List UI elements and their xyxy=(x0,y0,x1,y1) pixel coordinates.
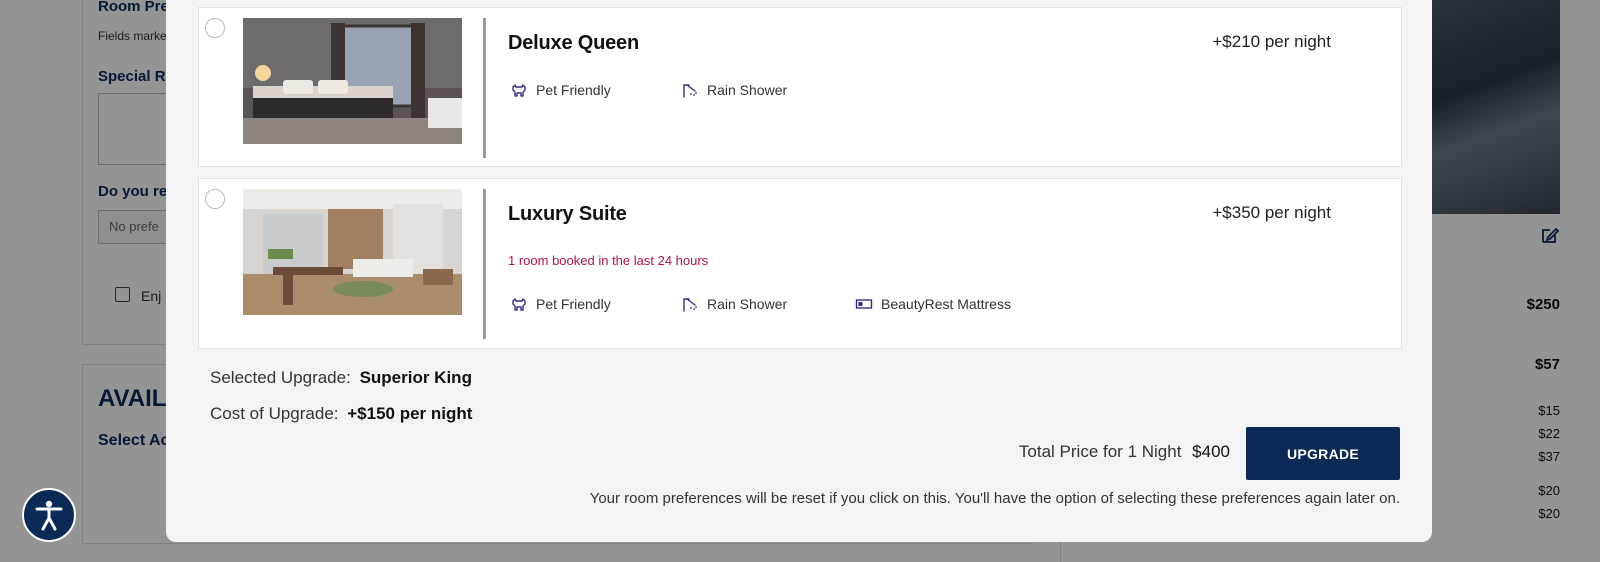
amenity-pet-friendly: Pet Friendly xyxy=(510,81,611,99)
amenity-rain-shower: Rain Shower xyxy=(681,81,787,99)
room-price: +$350 per night xyxy=(1212,203,1331,222)
accessibility-button[interactable] xyxy=(22,488,76,542)
reset-preferences-notice: Your room preferences will be reset if y… xyxy=(589,490,1400,507)
total-price-label: Total Price for 1 Night xyxy=(1018,442,1182,461)
room-divider xyxy=(483,18,486,158)
amenity-label: BeautyRest Mattress xyxy=(881,296,1011,312)
shower-icon xyxy=(683,298,697,312)
amenity-label: Pet Friendly xyxy=(536,82,611,98)
selected-upgrade-label: Selected Upgrade: xyxy=(210,368,351,387)
room-upgrade-modal: Deluxe Queen +$210 per night Pet Friendl… xyxy=(166,0,1432,542)
amenity-pet-friendly: Pet Friendly xyxy=(510,295,611,313)
room-price: +$210 per night xyxy=(1212,32,1331,51)
room-option-card[interactable]: Luxury Suite +$350 per night 1 room book… xyxy=(198,178,1402,349)
amenity-rain-shower: Rain Shower xyxy=(681,295,787,313)
amenity-label: Pet Friendly xyxy=(536,296,611,312)
room-option-card[interactable]: Deluxe Queen +$210 per night Pet Friendl… xyxy=(198,7,1402,167)
cost-of-upgrade-row: Cost of Upgrade: +$150 per night xyxy=(210,404,472,424)
total-price-row: Total Price for 1 Night $400 xyxy=(1019,442,1230,462)
room-photo-deluxe-queen xyxy=(243,18,462,144)
amenity-beautyrest-mattress: BeautyRest Mattress xyxy=(855,295,1011,313)
amenity-label: Rain Shower xyxy=(707,296,788,312)
pet-icon xyxy=(512,84,526,97)
mattress-icon xyxy=(855,299,873,309)
upgrade-button[interactable]: UPGRADE xyxy=(1246,427,1400,480)
room-name: Deluxe Queen xyxy=(508,32,639,54)
accessibility-icon xyxy=(35,500,63,531)
room-radio-luxury-suite[interactable] xyxy=(205,189,225,209)
room-radio-deluxe-queen[interactable] xyxy=(205,18,225,38)
shower-icon xyxy=(683,84,697,98)
pet-icon xyxy=(512,298,526,311)
room-name: Luxury Suite xyxy=(508,203,627,225)
total-price-value: $400 xyxy=(1192,442,1230,461)
amenity-label: Rain Shower xyxy=(707,82,788,98)
cost-of-upgrade-label: Cost of Upgrade: xyxy=(210,404,339,423)
selected-upgrade-row: Selected Upgrade: Superior King xyxy=(210,368,472,388)
room-divider xyxy=(483,189,486,339)
room-photo-luxury-suite xyxy=(243,189,462,315)
cost-of-upgrade-value: +$150 per night xyxy=(347,404,473,423)
selected-upgrade-value: Superior King xyxy=(359,368,472,387)
booking-activity-note: 1 room booked in the last 24 hours xyxy=(508,253,709,268)
